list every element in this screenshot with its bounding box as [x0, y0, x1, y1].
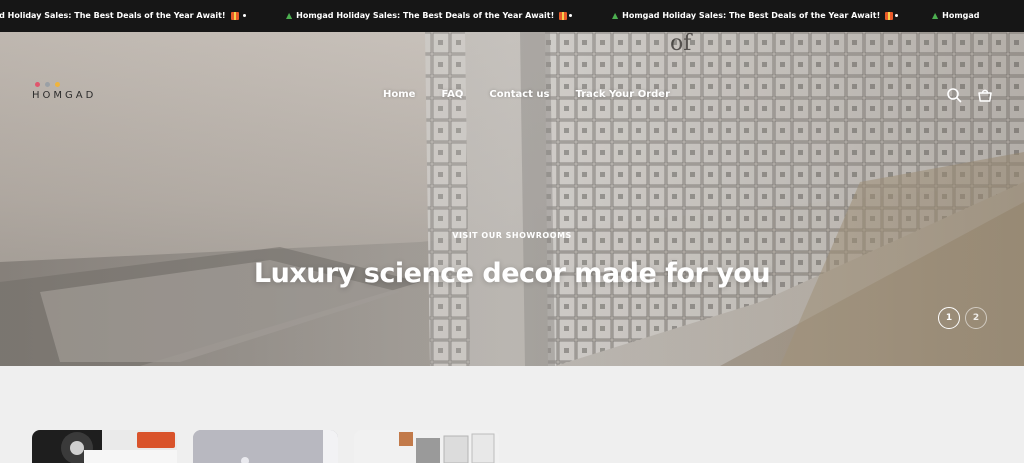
nav-track-order[interactable]: Track Your Order — [576, 89, 671, 100]
hero-banner: of HOMGAD Home FAQ Contact us Track Your… — [0, 32, 1024, 366]
search-icon — [947, 88, 962, 103]
hero-eyebrow: VISIT OUR SHOWROOMS — [452, 231, 572, 240]
gift-icon — [885, 11, 894, 20]
cart-icon — [978, 89, 992, 102]
card-image — [32, 430, 177, 463]
announcement-item: ▲ Homgad — [932, 11, 1012, 20]
card-image — [193, 430, 338, 463]
logo[interactable]: HOMGAD — [32, 82, 110, 104]
nav-contact-us[interactable]: Contact us — [489, 89, 549, 100]
card-image — [354, 430, 499, 463]
separator-dot — [569, 14, 572, 17]
announcement-text: gad Holiday Sales: The Best Deals of the… — [0, 11, 226, 20]
hero-overlay — [0, 32, 1024, 366]
slide-dot-1[interactable]: 1 — [938, 307, 960, 329]
logo-dot — [55, 82, 60, 87]
announcement-item: ▲ Homgad Holiday Sales: The Best Deals o… — [612, 11, 898, 20]
logo-dot — [35, 82, 40, 87]
gift-icon — [559, 11, 568, 20]
announcement-track: gad Holiday Sales: The Best Deals of the… — [0, 11, 1012, 20]
collection-cards — [0, 366, 1024, 463]
announcement-item: ▲ Homgad Holiday Sales: The Best Deals o… — [286, 11, 572, 20]
separator-dot — [243, 14, 246, 17]
cart-button[interactable] — [977, 87, 993, 103]
tree-icon: ▲ — [932, 11, 939, 20]
announcement-item: gad Holiday Sales: The Best Deals of the… — [0, 11, 246, 20]
collection-card[interactable] — [32, 430, 177, 463]
hero-headline: Luxury science decor made for you — [253, 258, 771, 289]
announcement-bar: gad Holiday Sales: The Best Deals of the… — [0, 0, 1024, 32]
nav-faq[interactable]: FAQ — [441, 89, 463, 100]
announcement-text: Homgad Holiday Sales: The Best Deals of … — [622, 11, 881, 20]
slide-dot-2[interactable]: 2 — [965, 307, 987, 329]
logo-dots — [35, 82, 60, 87]
tree-icon: ▲ — [612, 11, 619, 20]
nav-home[interactable]: Home — [383, 89, 415, 100]
tree-icon: ▲ — [286, 11, 293, 20]
main-nav: Home FAQ Contact us Track Your Order — [383, 89, 670, 100]
collection-card[interactable] — [193, 430, 338, 463]
logo-text: HOMGAD — [32, 90, 97, 101]
collection-card[interactable] — [354, 430, 499, 463]
logo-dot — [45, 82, 50, 87]
gift-icon — [230, 11, 239, 20]
separator-dot — [895, 14, 898, 17]
announcement-text: Homgad Holiday Sales: The Best Deals of … — [296, 11, 555, 20]
announcement-text: Homgad — [942, 11, 980, 20]
search-button[interactable] — [946, 87, 962, 103]
